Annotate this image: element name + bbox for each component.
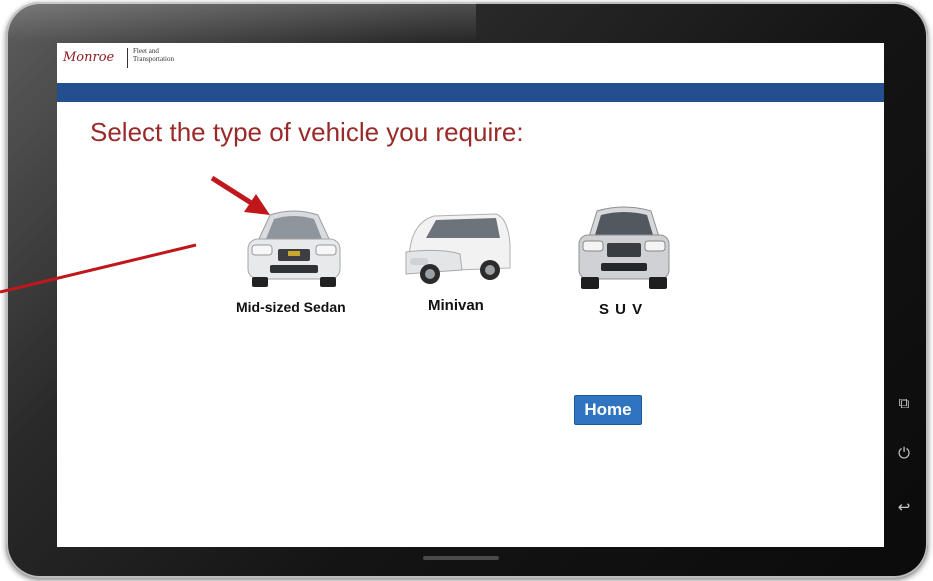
page-title: Select the type of vehicle you require: [90, 117, 524, 147]
tablet-glare [6, 2, 476, 42]
vehicle-label-minivan: Minivan [428, 297, 484, 314]
vehicle-label-suv: S U V [599, 301, 644, 318]
logo-divider [127, 48, 128, 68]
home-button[interactable]: Home [574, 395, 642, 425]
vehicle-option-minivan[interactable]: Minivan [400, 208, 514, 314]
device-home-slot[interactable] [423, 556, 499, 560]
minivan-icon [405, 213, 511, 284]
power-icon[interactable]: ⏻ [893, 442, 915, 464]
suv-icon [578, 206, 670, 289]
header-bar [57, 83, 884, 102]
sedan-icon [247, 210, 341, 287]
vehicle-option-suv[interactable]: S U V [573, 201, 675, 318]
back-icon[interactable]: ↩ [893, 496, 915, 518]
logo-subtitle: Fleet and Transportation [133, 47, 174, 63]
vehicle-option-sedan[interactable]: Mid-sized Sedan [236, 203, 348, 315]
vehicle-label-sedan: Mid-sized Sedan [236, 299, 346, 315]
recent-apps-icon[interactable]: ⧉ [893, 392, 915, 414]
app-header: Monroe Fleet and Transportation [57, 43, 884, 74]
logo-subtitle-line1: Fleet and [133, 47, 159, 55]
logo-subtitle-line2: Transportation [133, 55, 174, 63]
logo: Monroe [63, 50, 115, 65]
tablet-screen: Monroe Fleet and Transportation Select t… [57, 43, 884, 547]
